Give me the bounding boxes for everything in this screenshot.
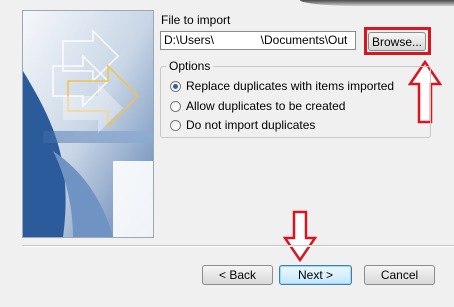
radio-button-icon[interactable] <box>170 100 181 112</box>
wizard-banner-image <box>22 10 154 238</box>
radio-allow-duplicates[interactable]: Allow duplicates to be created <box>170 99 345 113</box>
file-path-input[interactable]: D:\Users\ \Documents\Out <box>160 31 356 50</box>
window-shadow <box>300 0 454 6</box>
radio-label: Replace duplicates with items imported <box>186 79 395 93</box>
radio-no-duplicates[interactable]: Do not import duplicates <box>170 118 315 132</box>
radio-label: Allow duplicates to be created <box>186 99 346 113</box>
cancel-button[interactable]: Cancel <box>364 265 435 285</box>
browse-button[interactable]: Browse... <box>368 32 426 51</box>
wizard-graphic <box>23 11 153 237</box>
radio-label: Do not import duplicates <box>186 118 316 132</box>
back-button[interactable]: < Back <box>202 265 273 285</box>
down-arrow-annotation-icon <box>283 210 317 262</box>
file-to-import-label: File to import <box>161 13 231 27</box>
radio-button-icon[interactable] <box>170 80 181 92</box>
next-button[interactable]: Next > <box>279 265 352 285</box>
footer-separator <box>22 245 454 247</box>
radio-replace-duplicates[interactable]: Replace duplicates with items imported <box>170 79 394 93</box>
radio-button-icon[interactable] <box>170 119 181 131</box>
options-legend: Options <box>166 59 214 73</box>
